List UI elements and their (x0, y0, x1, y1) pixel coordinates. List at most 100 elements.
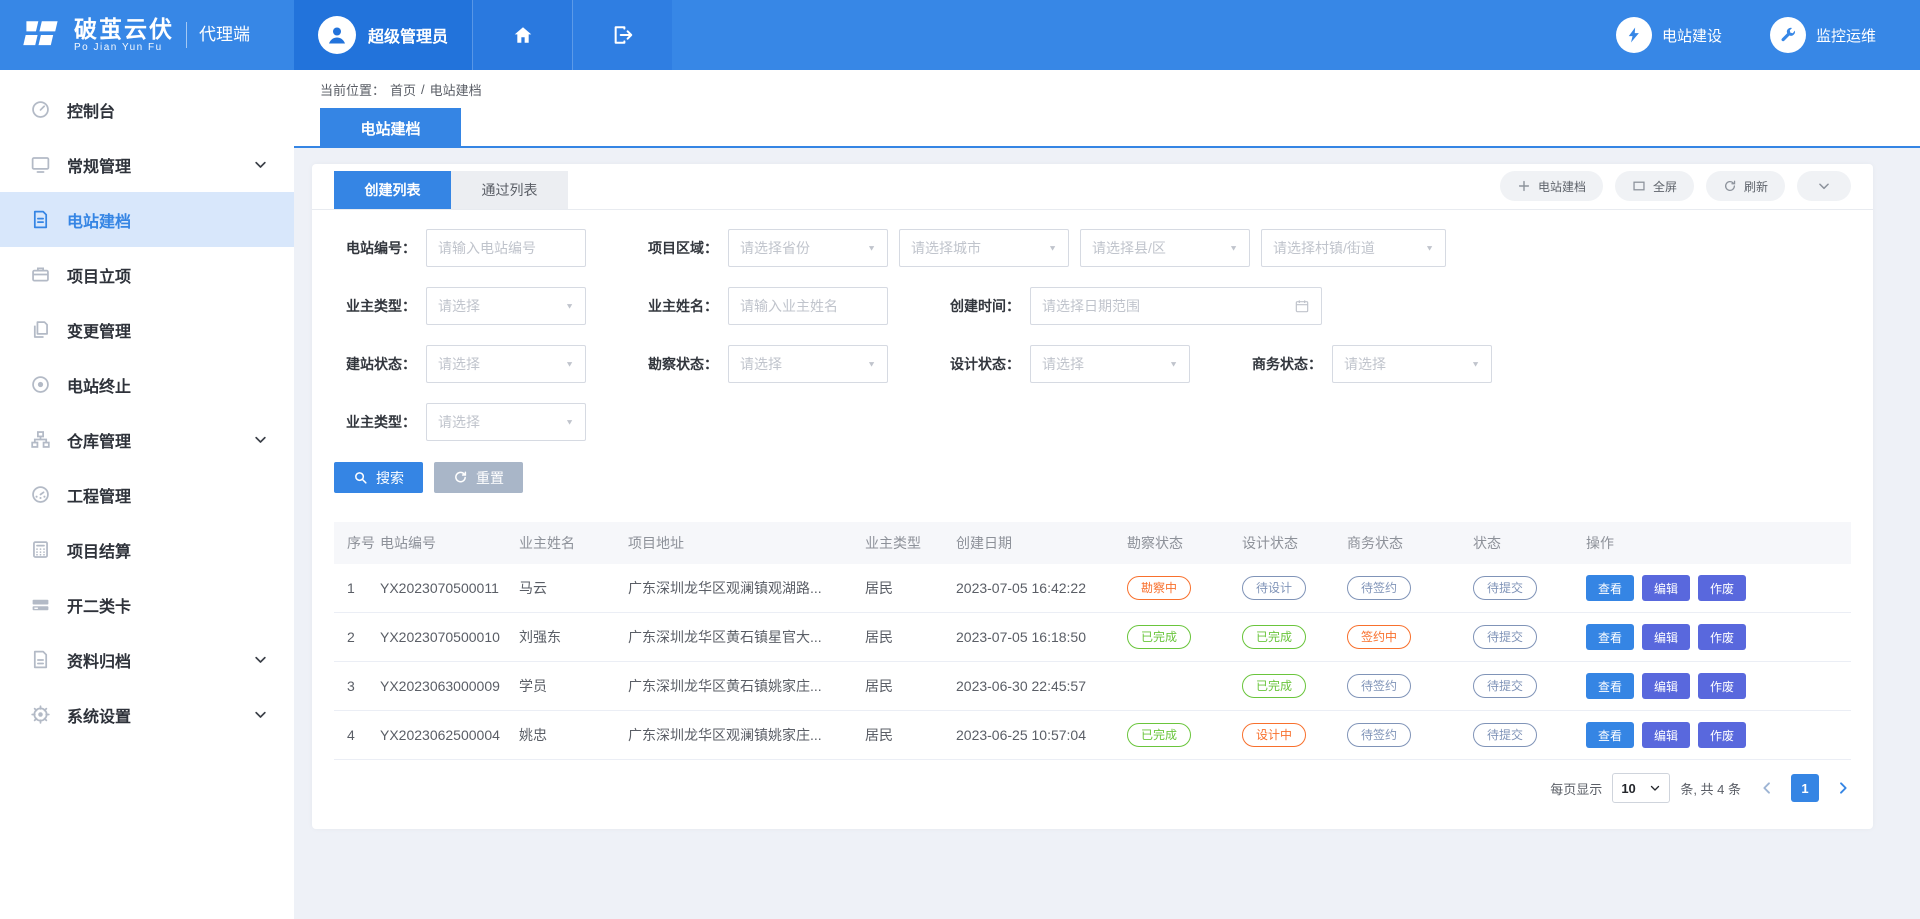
refresh-button[interactable]: 刷新 (1706, 171, 1785, 201)
owner-name-label: 业主姓名： (636, 296, 728, 316)
col-station-id: 电站编号 (380, 533, 519, 553)
caret-down-icon: ▼ (1465, 360, 1480, 369)
col-index: 序号 (334, 533, 380, 553)
breadcrumb: 当前位置： 首页 / 电站建档 (294, 70, 1920, 108)
per-page-select[interactable]: 10 (1612, 773, 1670, 803)
owner-name-input[interactable] (728, 287, 888, 325)
reset-button[interactable]: 重置 (434, 462, 523, 493)
refresh-label: 刷新 (1744, 178, 1768, 195)
owner-type2-select[interactable]: 请选择▼ (426, 403, 586, 441)
breadcrumb-separator: / (421, 82, 425, 97)
page-number-button[interactable]: 1 (1791, 774, 1819, 802)
search-button[interactable]: 搜索 (334, 462, 423, 493)
sidebar-item-archives[interactable]: 资料归档 (0, 632, 294, 687)
next-page-button[interactable] (1835, 780, 1851, 796)
record-circle-icon (30, 374, 51, 395)
sidebar-item-label: 项目结算 (67, 538, 131, 562)
caret-down-icon: ▼ (559, 302, 574, 311)
logo-title: 破茧云伏 (74, 17, 174, 42)
gauge-icon (30, 484, 51, 505)
table-row: 3 YX2023063000009 学员 广东深圳龙华区黄石镇姚家庄... 居民… (334, 662, 1851, 711)
add-station-button[interactable]: 电站建档 (1500, 171, 1603, 201)
caret-down-icon: ▼ (1419, 244, 1434, 253)
business-status-select[interactable]: 请选择▼ (1332, 345, 1492, 383)
view-button[interactable]: 查看 (1586, 722, 1634, 748)
collapse-toolbar-button[interactable] (1797, 171, 1851, 201)
sidebar-item-label: 开二类卡 (67, 593, 131, 617)
prev-page-button[interactable] (1759, 780, 1775, 796)
sidebar-item-project-settlement[interactable]: 项目结算 (0, 522, 294, 577)
table-header: 序号 电站编号 业主姓名 项目地址 业主类型 创建日期 勘察状态 设计状态 商务… (334, 522, 1851, 564)
station-no-label: 电站编号： (334, 238, 426, 258)
breadcrumb-prefix: 当前位置： (320, 80, 385, 99)
date-range-picker[interactable]: 请选择日期范围 (1030, 287, 1322, 325)
build-status-label: 建站状态： (334, 354, 426, 374)
sidebar-item-station-filing[interactable]: 电站建档 (0, 192, 294, 247)
edit-button[interactable]: 编辑 (1642, 575, 1690, 601)
sidebar-item-project-initiation[interactable]: 项目立项 (0, 247, 294, 302)
fullscreen-button[interactable]: 全屏 (1615, 171, 1694, 201)
view-button[interactable]: 查看 (1586, 575, 1634, 601)
station-table: 序号 电站编号 业主姓名 项目地址 业主类型 创建日期 勘察状态 设计状态 商务… (334, 522, 1851, 760)
col-design-status: 设计状态 (1242, 533, 1347, 553)
business-status-label: 商务状态： (1240, 354, 1332, 374)
build-status-select[interactable]: 请选择▼ (426, 345, 586, 383)
nav-monitor-ops[interactable]: 监控运维 (1770, 17, 1876, 53)
calendar-icon (1294, 298, 1310, 314)
sidebar-item-engineering-mgmt[interactable]: 工程管理 (0, 467, 294, 522)
county-select[interactable]: 请选择县/区▼ (1080, 229, 1250, 267)
person-icon (325, 23, 349, 47)
sidebar-item-warehouse-mgmt[interactable]: 仓库管理 (0, 412, 294, 467)
design-status-select[interactable]: 请选择▼ (1030, 345, 1190, 383)
design-status-label: 设计状态： (938, 354, 1030, 374)
sidebar-item-class2-card[interactable]: 开二类卡 (0, 577, 294, 632)
survey-status-select[interactable]: 请选择▼ (728, 345, 888, 383)
avatar[interactable] (318, 16, 356, 54)
user-menu[interactable]: 超级管理员 (294, 0, 472, 70)
province-select[interactable]: 请选择省份▼ (728, 229, 888, 267)
sidebar-item-label: 控制台 (67, 98, 115, 122)
sidebar-item-system-settings[interactable]: 系统设置 (0, 687, 294, 742)
home-button[interactable] (472, 0, 572, 70)
void-button[interactable]: 作废 (1698, 624, 1746, 650)
sidebar-item-change-mgmt[interactable]: 变更管理 (0, 302, 294, 357)
sidebar-item-console[interactable]: 控制台 (0, 82, 294, 137)
logo-icon (20, 13, 64, 57)
sidebar-item-label: 电站终止 (67, 373, 131, 397)
content-card: 创建列表 通过列表 电站建档 全屏 刷新 (312, 164, 1873, 829)
edit-button[interactable]: 编辑 (1642, 673, 1690, 699)
sidebar-item-label: 仓库管理 (67, 428, 131, 452)
edit-button[interactable]: 编辑 (1642, 624, 1690, 650)
status-badge: 待提交 (1473, 625, 1537, 649)
sidebar-item-station-termination[interactable]: 电站终止 (0, 357, 294, 412)
village-select[interactable]: 请选择村镇/街道▼ (1261, 229, 1446, 267)
breadcrumb-home[interactable]: 首页 (390, 80, 416, 99)
edit-button[interactable]: 编辑 (1642, 722, 1690, 748)
void-button[interactable]: 作废 (1698, 722, 1746, 748)
station-no-input[interactable] (426, 229, 586, 267)
city-select[interactable]: 请选择城市▼ (899, 229, 1069, 267)
status-badge: 设计中 (1242, 723, 1306, 747)
view-button[interactable]: 查看 (1586, 673, 1634, 699)
status-badge: 待签约 (1347, 576, 1411, 600)
view-button[interactable]: 查看 (1586, 624, 1634, 650)
status-badge: 已完成 (1242, 674, 1306, 698)
table-row: 4 YX2023062500004 姚忠 广东深圳龙华区观澜镇姚家庄... 居民… (334, 711, 1851, 760)
void-button[interactable]: 作废 (1698, 575, 1746, 601)
refresh-icon (1723, 179, 1737, 193)
chevron-down-icon (253, 157, 268, 172)
status-badge: 已完成 (1127, 625, 1191, 649)
void-button[interactable]: 作废 (1698, 673, 1746, 699)
wrench-icon (1779, 26, 1797, 44)
logout-button[interactable] (572, 0, 672, 70)
owner-type-select[interactable]: 请选择▼ (426, 287, 586, 325)
sidebar-item-general-mgmt[interactable]: 常规管理 (0, 137, 294, 192)
nav-station-build[interactable]: 电站建设 (1616, 17, 1722, 53)
create-time-label: 创建时间： (938, 296, 1030, 316)
status-badge: 待签约 (1347, 674, 1411, 698)
chevron-down-icon (253, 652, 268, 667)
tab-create-list[interactable]: 创建列表 (334, 171, 451, 209)
tab-passed-list[interactable]: 通过列表 (451, 171, 568, 209)
col-create-date: 创建日期 (956, 533, 1127, 553)
page-tab-station-filing[interactable]: 电站建档 (320, 108, 461, 148)
